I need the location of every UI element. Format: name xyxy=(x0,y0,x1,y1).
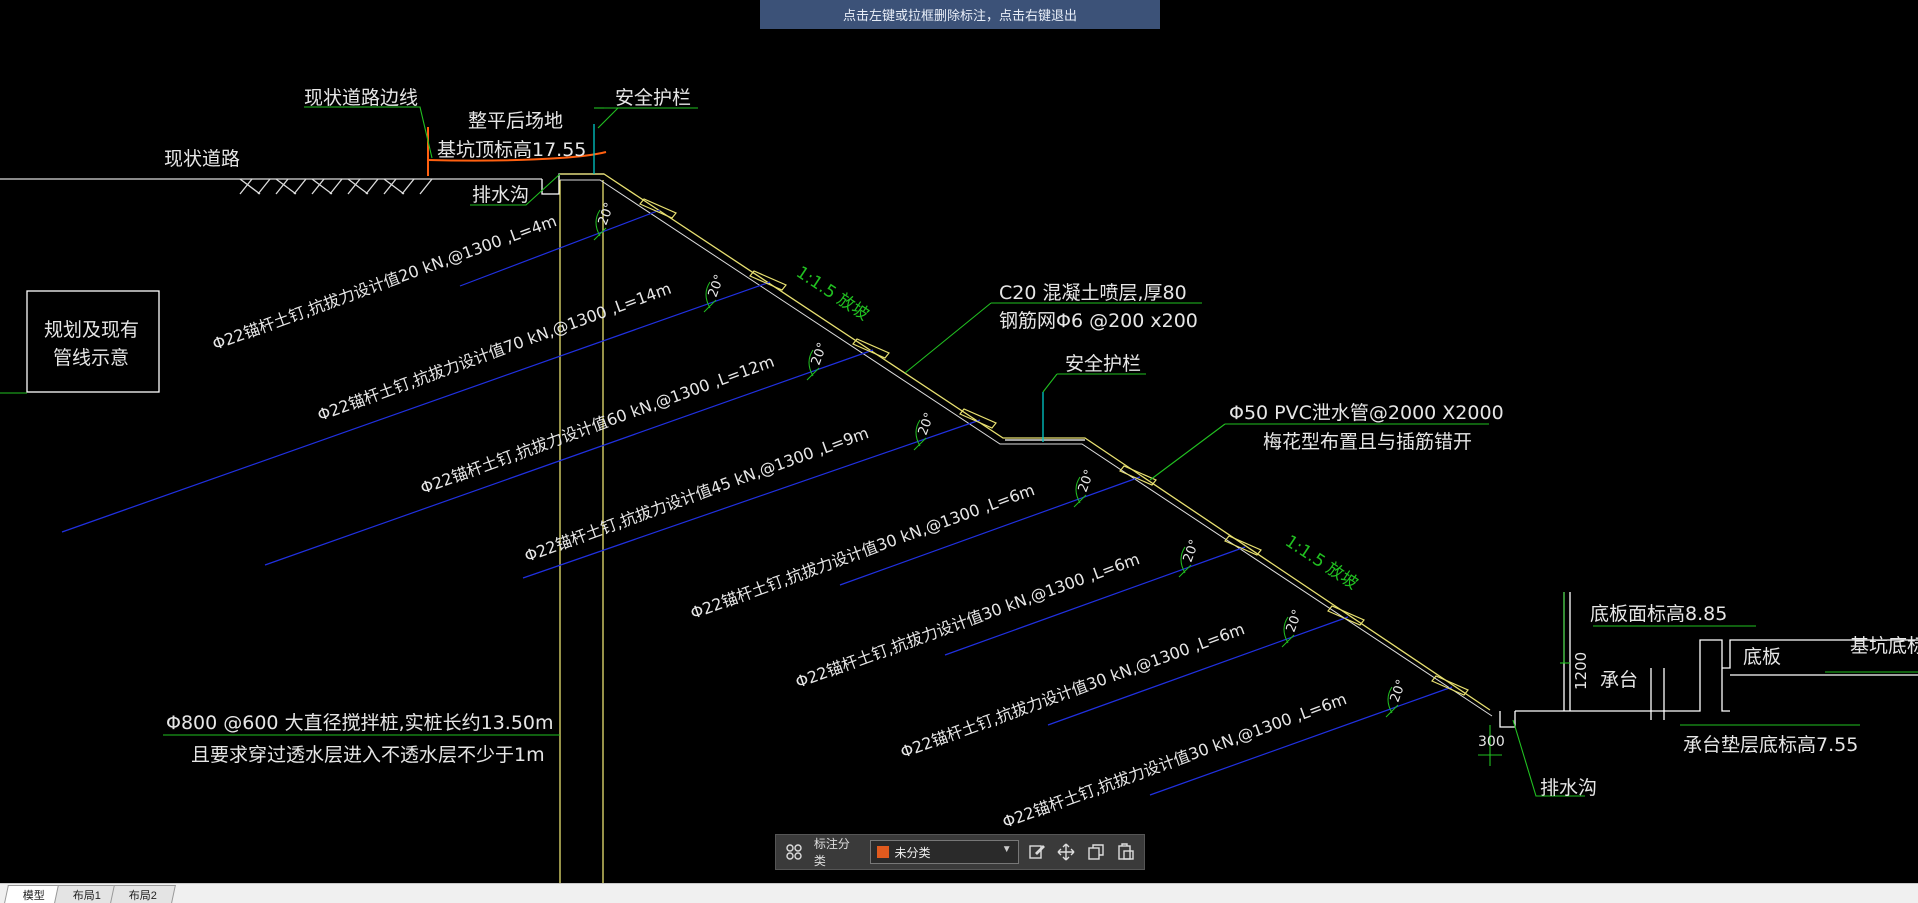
tab-layout-2[interactable]: 布局2 xyxy=(110,885,177,903)
copy-icon[interactable] xyxy=(1084,840,1108,864)
leader-lines xyxy=(0,106,1918,797)
label-existing-road: 现状道路 xyxy=(164,148,240,170)
label-pile-note: 且要求穿过透水层进入不透水层不少于1m xyxy=(191,744,545,766)
category-value: 未分类 xyxy=(894,845,931,860)
nail-angle-tick xyxy=(1178,564,1192,578)
existing-ground xyxy=(0,178,542,195)
label-dim-300: 300 xyxy=(1478,734,1505,750)
nail-angle-tick xyxy=(703,299,717,313)
cad-drawing-canvas[interactable]: 20° Φ22锚杆土钉,抗拔力设计值20 kN,@1300 ,L=4m 20° Φ22… xyxy=(0,0,1918,883)
nail-label: Φ22锚杆土钉,抗拔力设计值30 kN,@1300 ,L=6m xyxy=(688,480,1037,623)
category-select[interactable]: 未分类 ▼ xyxy=(869,840,1019,864)
edit-icon[interactable] xyxy=(1025,840,1049,864)
soil-nail-line xyxy=(522,419,981,579)
pit-structure xyxy=(26,173,1918,728)
nail-label: Φ22锚杆土钉,抗拔力设计值70 kN,@1300 ,L=14m xyxy=(315,279,674,425)
nail-angle-label: 20° xyxy=(706,273,728,300)
label-guardrail-2: 安全护栏 xyxy=(1065,353,1141,375)
label-pit-top-elev: 基坑顶标高17.55 xyxy=(437,139,586,161)
layout-tabs: 模型 布局1 布局2 xyxy=(0,883,1918,903)
nail-angle-tick xyxy=(913,437,927,451)
soil-nails: 20° Φ22锚杆土钉,抗拔力设计值20 kN,@1300 ,L=4m 20° Φ22… xyxy=(61,198,1469,832)
label-existing-road-edge: 现状道路边线 xyxy=(304,87,418,109)
nail-angle-label: 20° xyxy=(1388,678,1410,705)
label-pipeline-2: 管线示意 xyxy=(53,347,129,369)
label-slope-1: 1:1.5 放坡 xyxy=(792,262,872,324)
nail-label: Φ22锚杆土钉,抗拔力设计值45 kN,@1300 ,L=9m xyxy=(522,423,871,566)
label-shotcrete: C20 混凝土喷层,厚80 xyxy=(999,282,1187,304)
label-drain-1: 排水沟 xyxy=(472,184,529,206)
label-pile: Φ800 @600 大直径搅拌桩,实桩长约13.50m xyxy=(166,712,554,734)
chevron-down-icon: ▼ xyxy=(1001,844,1012,855)
label-base-slab: 底板 xyxy=(1743,646,1781,668)
label-base-slab-elev: 底板面标高8.85 xyxy=(1590,603,1727,625)
label-pvc-pipe: Φ50 PVC泄水管@2000 X2000 xyxy=(1229,402,1504,424)
label-pvc-note: 梅花型布置且与插筋错开 xyxy=(1263,431,1472,453)
label-guardrail-1: 安全护栏 xyxy=(615,87,691,109)
nail-label: Φ22锚杆土钉,抗拔力设计值30 kN,@1300 ,L=6m xyxy=(898,619,1247,762)
label-cap-cushion-elev: 承台垫层底标高7.55 xyxy=(1683,734,1858,756)
label-pipeline-1: 规划及现有 xyxy=(44,319,139,341)
nail-label: Φ22锚杆土钉,抗拔力设计值30 kN,@1300 ,L=6m xyxy=(1000,689,1349,832)
nail-angle-label: 20° xyxy=(596,201,618,228)
nail-angle-tick xyxy=(806,367,820,381)
nail-angle-label: 20° xyxy=(1076,468,1098,495)
soil-nail-line xyxy=(1149,686,1453,796)
paste-icon[interactable] xyxy=(1114,840,1138,864)
move-icon[interactable] xyxy=(1054,840,1078,864)
nail-angle-tick xyxy=(1385,704,1399,718)
label-dim-1200: 1200 xyxy=(1572,652,1590,690)
label-pit-bottom-elev: 基坑底标高 xyxy=(1850,635,1918,657)
nail-angle-tick xyxy=(1281,634,1295,648)
category-label: 标注分类 xyxy=(813,837,850,868)
nail-angle-label: 20° xyxy=(1284,608,1306,635)
nail-angle-label: 20° xyxy=(809,341,831,368)
label-mesh: 钢筋网Φ6 @200 x200 xyxy=(999,310,1198,332)
nail-angle-label: 20° xyxy=(1181,538,1203,565)
nail-label: Φ22锚杆土钉,抗拔力设计值20 kN,@1300 ,L=4m xyxy=(210,211,559,354)
grid-icon[interactable] xyxy=(782,840,806,864)
nail-label: Φ22锚杆土钉,抗拔力设计值30 kN,@1300 ,L=6m xyxy=(793,549,1142,692)
label-drain-2: 排水沟 xyxy=(1540,777,1597,799)
label-leveled-site: 整平后场地 xyxy=(468,110,563,132)
category-color-swatch xyxy=(876,846,889,858)
command-hint-bar: 点击左键或拉框删除标注，点击右键退出 xyxy=(760,0,1160,29)
label-cap: 承台 xyxy=(1600,669,1638,691)
nail-angle-tick xyxy=(1073,494,1087,508)
annotation-toolbar: 标注分类 未分类 ▼ xyxy=(775,834,1145,870)
nail-angle-label: 20° xyxy=(916,411,938,438)
